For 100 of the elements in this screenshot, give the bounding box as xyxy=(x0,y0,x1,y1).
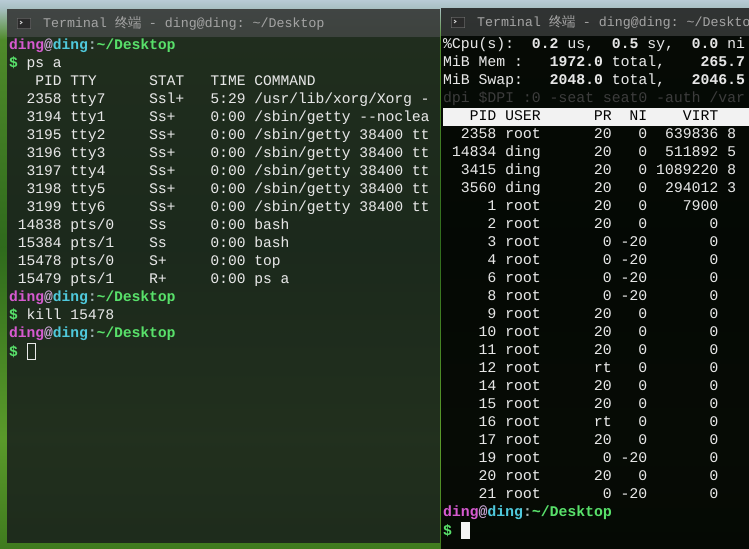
table-cell-text: root xyxy=(504,342,542,360)
table-cell-text: root xyxy=(504,216,542,234)
shell-prompt: ding@ding:~/Desktop xyxy=(443,504,612,522)
table-cell-text: 3560 xyxy=(460,180,496,198)
table-cell-text: 294012 xyxy=(664,180,718,198)
summary-line: MiB Mem : 1972.0 total, 265.7 xyxy=(443,54,745,72)
table-cell-text: 0 xyxy=(637,144,648,162)
table-cell-text: root xyxy=(504,252,542,270)
table-cell-text: 0 xyxy=(637,432,648,450)
table-cell-text: 20 xyxy=(592,162,612,180)
table-cell-text: 20 xyxy=(592,432,612,450)
table-cell-text: 3 xyxy=(726,180,736,198)
output-line: 3195 tty2 Ss+ 0:00 /sbin/getty 38400 tt xyxy=(26,127,430,145)
table-cell-text: 20 xyxy=(478,468,496,486)
table-cell-text: 0 xyxy=(708,270,718,288)
table-cell-text: -20 xyxy=(620,252,648,270)
shell-prompt: ding@ding:~/Desktop xyxy=(9,325,176,343)
table-cell-text: 0 xyxy=(602,234,612,252)
table-cell-text: 0 xyxy=(637,216,648,234)
table-cell-text: root xyxy=(504,198,542,216)
table-cell-text: root xyxy=(504,270,542,288)
output-line: 2358 tty7 Ssl+ 5:29 /usr/lib/xorg/Xorg - xyxy=(26,91,430,109)
table-cell-text: 20 xyxy=(592,126,612,144)
table-cell-text: 0 xyxy=(637,396,648,414)
table-cell-text: ding xyxy=(504,180,542,198)
table-cell-text: 20 xyxy=(592,396,612,414)
table-cell-text: 0 xyxy=(637,198,648,216)
prompt-symbol: $ xyxy=(9,345,18,361)
table-cell-text: 0 xyxy=(708,378,718,396)
table-cell-text: 0 xyxy=(602,486,612,504)
table-cell-text: 8 xyxy=(486,288,496,306)
table-cell-text: 639836 xyxy=(664,126,718,144)
table-cell-text: 511892 xyxy=(664,144,718,162)
table-cell-text: rt xyxy=(592,414,612,432)
table-cell-text: 0 xyxy=(708,432,718,450)
table-cell-text: 2 xyxy=(486,216,496,234)
table-cell-text: 0 xyxy=(708,288,718,306)
table-cell-text: 0 xyxy=(602,252,612,270)
table-cell-text: 0 xyxy=(708,396,718,414)
window-title: Terminal 终端 - ding@ding: ~/Desktop xyxy=(43,15,324,32)
table-cell-text: 14834 xyxy=(450,144,496,162)
table-cell-text: root xyxy=(504,126,542,144)
summary-line: MiB Swap: 2048.0 total, 2046.5 xyxy=(443,72,745,90)
column-header: PR xyxy=(592,108,612,126)
table-cell-text: 20 xyxy=(592,180,612,198)
table-cell-text: 17 xyxy=(478,432,496,450)
shell-prompt: ding@ding:~/Desktop xyxy=(9,289,176,307)
output-line: 15478 pts/0 S+ 0:00 top xyxy=(16,253,280,271)
table-cell-text: 3415 xyxy=(460,162,496,180)
table-cell-text: 0 xyxy=(602,270,612,288)
table-cell-text: root xyxy=(504,288,542,306)
column-header: NI xyxy=(628,108,648,126)
output-line: 3198 tty5 Ss+ 0:00 /sbin/getty 38400 tt xyxy=(26,181,430,199)
output-line: 3196 tty3 Ss+ 0:00 /sbin/getty 38400 tt xyxy=(26,145,430,163)
table-cell-text: 20 xyxy=(592,342,612,360)
table-cell-text: 2358 xyxy=(460,126,496,144)
table-cell-text: root xyxy=(504,432,542,450)
table-cell-text: root xyxy=(504,396,542,414)
table-cell-text: 7900 xyxy=(682,198,718,216)
table-cell-text: 0 xyxy=(708,216,718,234)
table-cell-text: 0 xyxy=(602,450,612,468)
table-cell-text: 3 xyxy=(486,234,496,252)
column-header: VIRT xyxy=(682,108,718,126)
table-cell-text: 0 xyxy=(637,162,648,180)
table-cell-text: root xyxy=(504,378,542,396)
table-cell-text: 21 xyxy=(478,486,496,504)
output-line: 3199 tty6 Ss+ 0:00 /sbin/getty 38400 tt xyxy=(26,199,430,217)
table-cell-text: rt xyxy=(592,360,612,378)
table-cell-text: 0 xyxy=(637,342,648,360)
table-cell-text: 0 xyxy=(637,324,648,342)
table-cell-text: 0 xyxy=(637,126,648,144)
table-cell-text: -20 xyxy=(620,234,648,252)
table-cell-text: 20 xyxy=(592,198,612,216)
output-line: 15384 pts/1 Ss 0:00 bash xyxy=(16,235,290,253)
table-cell-text: root xyxy=(504,414,542,432)
output-line: 3194 tty1 Ss+ 0:00 /sbin/getty --noclea xyxy=(26,109,430,127)
table-cell-text: 8 xyxy=(726,126,736,144)
table-cell-text: 0 xyxy=(637,360,648,378)
table-cell-text: 0 xyxy=(637,468,648,486)
table-cell-text: 0 xyxy=(708,306,718,324)
table-cell-text: 20 xyxy=(592,324,612,342)
table-cell-text: ding xyxy=(504,162,542,180)
output-line: PID TTY STAT TIME COMMAND xyxy=(34,73,316,91)
table-cell-text: 15 xyxy=(478,396,496,414)
table-cell-text: 11 xyxy=(478,342,496,360)
table-cell-text: 6 xyxy=(486,270,496,288)
table-cell-text: 20 xyxy=(592,468,612,486)
table-cell-text: 0 xyxy=(708,234,718,252)
table-cell-text: 0 xyxy=(708,324,718,342)
table-cell-text: root xyxy=(504,234,542,252)
table-cell-text: 0 xyxy=(602,288,612,306)
table-cell-text: 0 xyxy=(637,414,648,432)
table-cell-text: 14 xyxy=(478,378,496,396)
table-cell-text: 12 xyxy=(478,360,496,378)
table-cell-text: 20 xyxy=(592,216,612,234)
table-cell-text: 0 xyxy=(637,378,648,396)
table-cell-text: 19 xyxy=(478,450,496,468)
table-cell-text: root xyxy=(504,468,542,486)
terminal-icon xyxy=(17,18,31,28)
table-cell-text: -20 xyxy=(620,288,648,306)
